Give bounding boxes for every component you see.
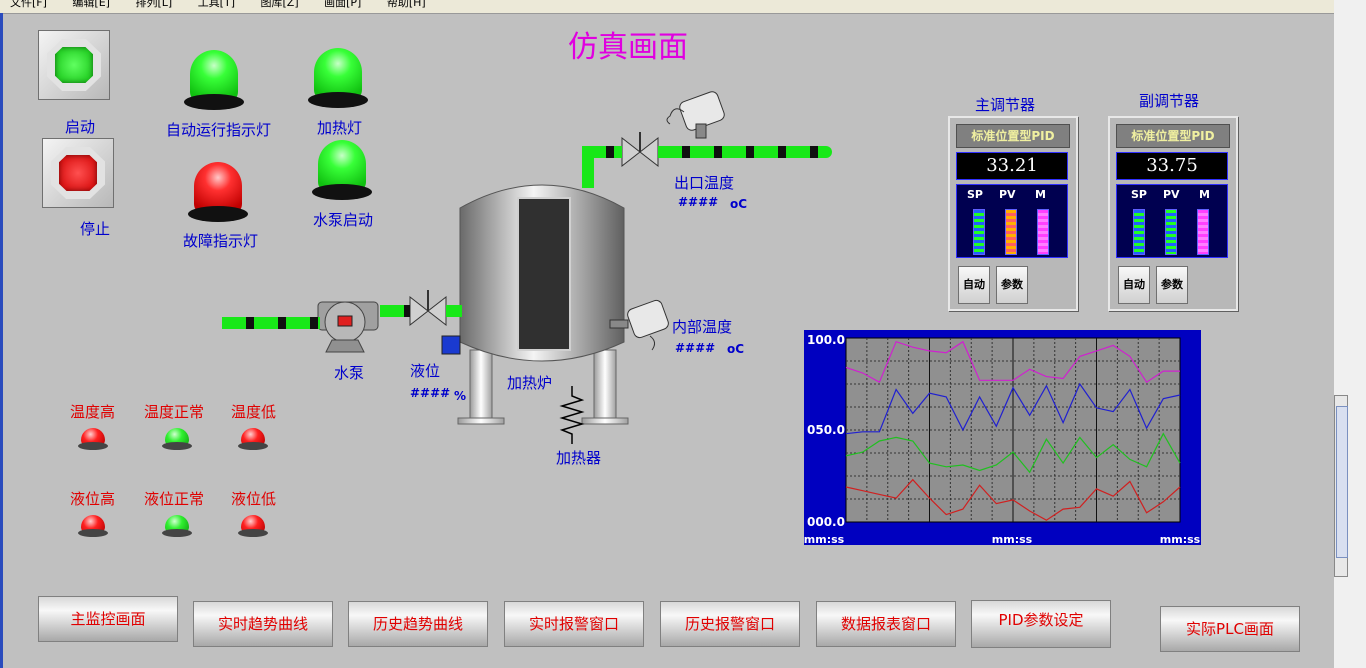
sub-regulator-panel: 标准位置型PID 33.75 SP PV M 自动 参数 [1108,116,1238,311]
outlet-temp-transmitter-icon [666,91,725,139]
history-trend-button[interactable]: 历史趋势曲线 [348,601,488,647]
sub-m-label: M [1199,188,1210,201]
main-monitor-button[interactable]: 主监控画面 [38,596,178,642]
realtime-trend-button[interactable]: 实时趋势曲线 [193,601,333,647]
main-m-bar [1037,209,1049,255]
inner-temp-value: #### [675,341,716,355]
level-label: 液位 [410,362,441,380]
inlet-pipe-mid [380,305,410,317]
outlet-temp-label: 出口温度 [674,174,735,192]
heater-coil-icon [559,386,585,444]
inlet-valve-icon [409,290,447,327]
inlet-pipe-right [446,305,462,317]
level-normal-label: 液位正常 [144,490,205,508]
trend-chart: 100.0 050.0 000.0 mm:ss mm:ss mm:ss [804,330,1201,546]
outlet-pipe-right [658,146,832,158]
sub-param-button[interactable]: 参数 [1156,266,1188,304]
outlet-pipe-left [582,146,622,158]
main-pv-bar [1005,209,1017,255]
temp-normal-label: 温度正常 [144,403,205,421]
main-regulator-panel: 标准位置型PID 33.21 SP PV M 自动 参数 [948,116,1078,311]
sub-regulator-title: 副调节器 [1139,92,1200,110]
level-high-label: 液位高 [70,490,116,508]
level-low-label: 液位低 [231,490,277,508]
level-unit: % [454,389,467,403]
main-m-label: M [1035,188,1046,201]
x-tick-label: mm:ss [1160,533,1201,545]
realtime-alarm-button[interactable]: 实时报警窗口 [504,601,644,647]
main-regulator-title: 主调节器 [975,96,1036,114]
y-tick-label: 050.0 [807,423,845,437]
y-tick-label: 000.0 [807,515,845,529]
pump-label: 水泵 [334,364,365,382]
outlet-temp-unit: oC [730,197,748,211]
main-param-button[interactable]: 参数 [996,266,1028,304]
temp-normal-lamp-icon [162,428,192,450]
trend-chart-svg: 100.0 050.0 000.0 mm:ss mm:ss mm:ss [804,333,1201,546]
main-auto-button[interactable]: 自动 [958,266,990,304]
sub-pv-bar [1165,209,1177,255]
sub-regulator-bargraph: SP PV M [1116,184,1228,258]
sub-sp-label: SP [1131,188,1147,201]
inlet-pipe-left [222,317,320,329]
level-value: #### [410,386,451,400]
data-report-button[interactable]: 数据报表窗口 [816,601,956,647]
level-normal-lamp-icon [162,515,192,537]
temp-high-lamp-icon [78,428,108,450]
pid-setting-button[interactable]: PID参数设定 [971,600,1111,648]
history-alarm-button[interactable]: 历史报警窗口 [660,601,800,647]
sub-regulator-value: 33.75 [1116,152,1228,180]
x-tick-label: mm:ss [992,533,1033,545]
main-sp-bar [973,209,985,255]
pump-icon [317,301,379,353]
temp-low-lamp-icon [238,428,268,450]
level-sensor-icon [441,335,461,355]
x-tick-label: mm:ss [804,533,845,545]
sub-pv-label: PV [1163,188,1180,201]
temp-high-label: 温度高 [70,403,116,421]
main-sp-label: SP [967,188,983,201]
inner-temp-unit: oC [727,342,745,356]
y-tick-label: 100.0 [807,333,845,347]
main-regulator-bargraph: SP PV M [956,184,1068,258]
sub-auto-button[interactable]: 自动 [1118,266,1150,304]
level-low-lamp-icon [238,515,268,537]
heater-label: 加热器 [556,449,602,467]
outlet-valve-icon [621,132,659,168]
actual-plc-button[interactable]: 实际PLC画面 [1160,606,1300,652]
furnace-label: 加热炉 [507,374,553,392]
sub-sp-bar [1133,209,1145,255]
main-pv-label: PV [999,188,1016,201]
outlet-temp-value: #### [678,195,719,209]
temp-low-label: 温度低 [231,403,277,421]
sub-regulator-type: 标准位置型PID [1116,124,1230,148]
tank-window [517,197,571,351]
level-high-lamp-icon [78,515,108,537]
main-regulator-type: 标准位置型PID [956,124,1070,148]
sub-m-bar [1197,209,1209,255]
main-regulator-value: 33.21 [956,152,1068,180]
inner-temp-label: 内部温度 [672,318,733,336]
